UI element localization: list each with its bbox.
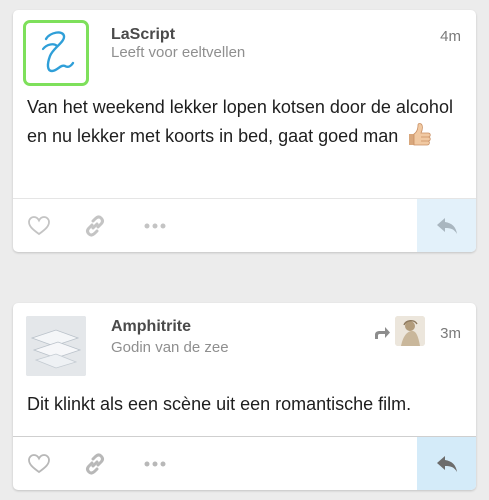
more-button[interactable] (135, 199, 175, 252)
post-card[interactable]: Amphitrite Godin van de zee 3m Dit klink… (13, 303, 476, 490)
author-avatar[interactable] (26, 316, 86, 376)
reply-icon (436, 217, 457, 234)
author-name[interactable]: Amphitrite (111, 318, 191, 336)
reposter-photo-image (395, 316, 425, 346)
reply-icon (436, 455, 457, 472)
link-button[interactable] (75, 437, 115, 490)
post-timestamp: 4m (440, 28, 461, 45)
post-actions-bar (13, 198, 476, 252)
link-icon (86, 452, 104, 475)
reposter-avatar[interactable] (395, 316, 425, 346)
reply-button[interactable] (417, 199, 476, 252)
link-button[interactable] (75, 199, 115, 252)
author-handle: Leeft voor eeltvellen (111, 44, 246, 61)
like-button[interactable] (19, 437, 59, 490)
more-button[interactable] (135, 437, 175, 490)
post-text: Dit klinkt als een scène uit een romanti… (27, 394, 412, 414)
thumbs-up-icon (409, 123, 431, 146)
post-actions-bar (13, 436, 476, 490)
author-handle: Godin van de zee (111, 339, 229, 356)
author-name[interactable]: LaScript (111, 26, 175, 44)
photo-avatar-image (26, 316, 86, 376)
post-text: Van het weekend lekker lopen kotsen door… (27, 97, 453, 146)
more-icon (144, 223, 166, 228)
heart-icon (28, 215, 50, 235)
repost-icon (375, 327, 390, 339)
author-avatar[interactable] (23, 20, 89, 86)
reply-button[interactable] (417, 437, 476, 490)
heart-icon (28, 453, 50, 473)
script-l-logo-icon (41, 31, 75, 73)
link-icon (86, 214, 104, 237)
more-icon (144, 461, 166, 466)
post-text-block: Van het weekend lekker lopen kotsen door… (27, 93, 462, 151)
post-timestamp: 3m (440, 325, 461, 342)
like-button[interactable] (19, 199, 59, 252)
post-card[interactable]: LaScript Leeft voor eeltvellen 4m Van he… (13, 10, 476, 252)
